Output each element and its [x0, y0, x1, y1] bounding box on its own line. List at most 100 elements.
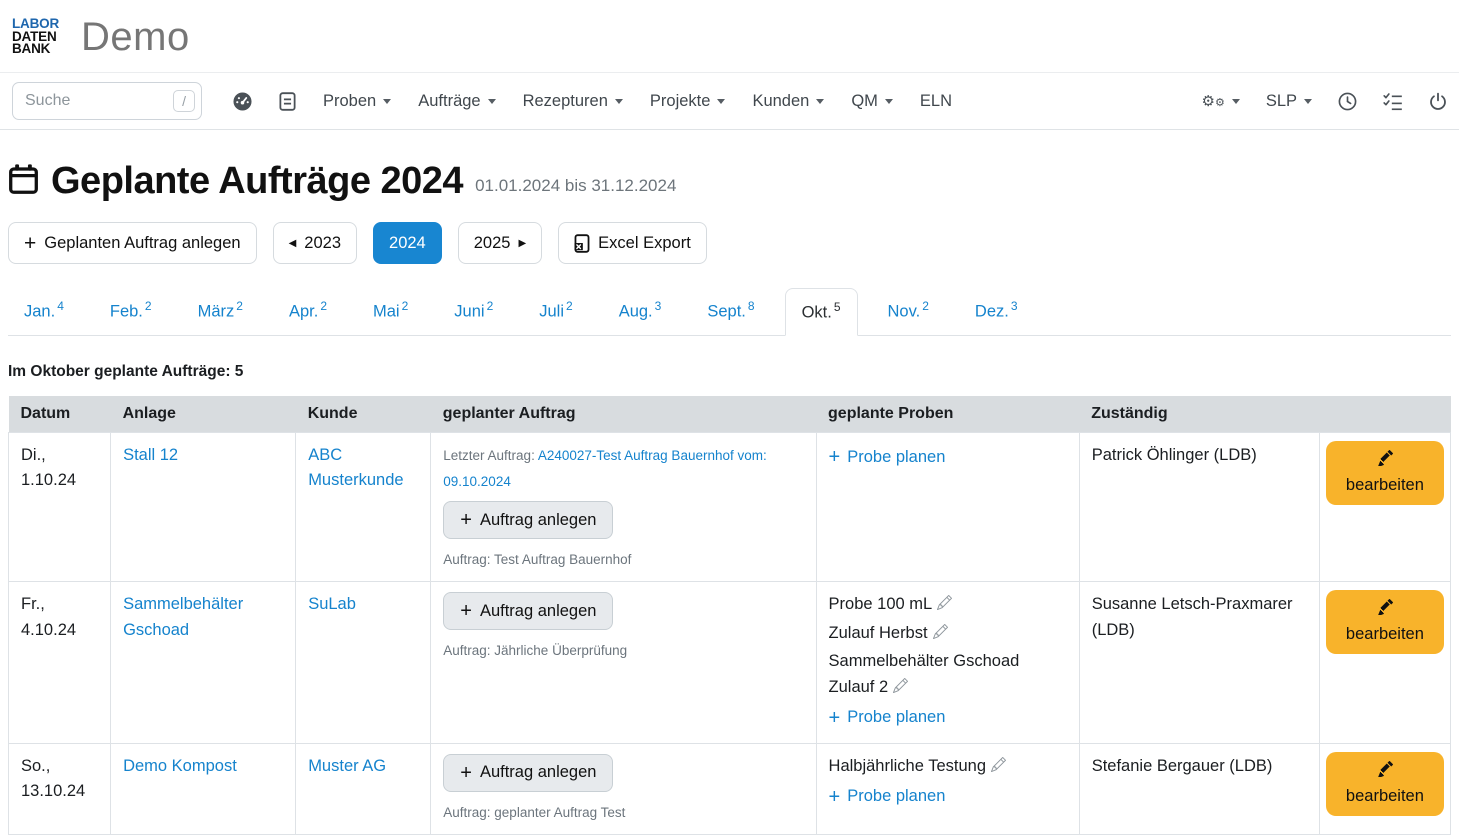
- edit-pencil-icon[interactable]: [991, 758, 1006, 776]
- edit-button[interactable]: bearbeiten: [1326, 441, 1444, 505]
- month-summary: Im Oktober geplante Aufträge: 5: [8, 363, 1451, 381]
- year-prev-button[interactable]: ◀ 2023: [273, 222, 357, 264]
- chevron-down-icon: [615, 99, 623, 104]
- excel-export-button[interactable]: Excel Export: [558, 222, 707, 264]
- chevron-down-icon: [816, 99, 824, 104]
- main-content: Geplante Aufträge 2024 01.01.2024 bis 31…: [0, 160, 1459, 835]
- main-navbar: / Proben Aufträge Rezepturen Projekte Ku…: [0, 72, 1459, 130]
- tab-nov[interactable]: Nov.2: [872, 288, 945, 335]
- col-datum: Datum: [9, 396, 111, 433]
- document-icon[interactable]: [279, 92, 296, 111]
- pencil-icon: [1377, 761, 1393, 782]
- search-input[interactable]: [25, 92, 145, 110]
- anlage-link[interactable]: Demo Kompost: [123, 757, 237, 775]
- edit-pencil-icon[interactable]: [933, 625, 948, 643]
- nav-menu-proben[interactable]: Proben: [323, 92, 391, 111]
- tab-mai[interactable]: Mai2: [357, 288, 424, 335]
- nav-menu-auftraege[interactable]: Aufträge: [418, 92, 495, 111]
- logo-line: BANK: [12, 43, 59, 56]
- planned-probe-item: Halbjährliche Testung: [829, 754, 1067, 780]
- cell-date: Fr., 4.10.24: [9, 582, 111, 744]
- year-next-button[interactable]: 2025 ▶: [458, 222, 542, 264]
- tab-aug[interactable]: Aug.3: [603, 288, 678, 335]
- tab-juni[interactable]: Juni2: [438, 288, 509, 335]
- create-order-button[interactable]: + Auftrag anlegen: [443, 754, 613, 792]
- table-header-row: Datum Anlage Kunde geplanter Auftrag gep…: [9, 396, 1451, 433]
- anlage-link[interactable]: Sammelbehälter Gschoad: [123, 595, 243, 639]
- date-range: 01.01.2024 bis 31.12.2024: [475, 176, 676, 203]
- top-header: LABOR DATEN BANK Demo: [0, 0, 1459, 72]
- plan-probe-link[interactable]: + Probe planen: [829, 705, 946, 731]
- edit-pencil-icon[interactable]: [937, 596, 952, 614]
- tab-apr[interactable]: Apr.2: [273, 288, 343, 335]
- history-clock-icon[interactable]: [1338, 92, 1357, 111]
- order-note: Auftrag: geplanter Auftrag Test: [443, 803, 803, 824]
- cell-zustaendig: Stefanie Bergauer (LDB): [1079, 743, 1319, 834]
- month-tabs: Jan.4 Feb.2 März2 Apr.2 Mai2 Juni2 Juli2…: [8, 288, 1451, 336]
- logout-power-icon[interactable]: [1429, 92, 1447, 111]
- chevron-left-icon: ◀: [289, 238, 297, 249]
- create-order-button[interactable]: + Auftrag anlegen: [443, 501, 613, 539]
- plus-icon: +: [829, 708, 841, 728]
- tab-dez[interactable]: Dez.3: [959, 288, 1034, 335]
- tab-jan[interactable]: Jan.4: [8, 288, 80, 335]
- nav-menu-rezepturen[interactable]: Rezepturen: [523, 92, 623, 111]
- planned-probe-item: Zulauf Herbst: [829, 621, 1067, 647]
- tab-juli[interactable]: Juli2: [523, 288, 588, 335]
- cell-date: So., 13.10.24: [9, 743, 111, 834]
- plan-probe-link[interactable]: + Probe planen: [829, 784, 946, 810]
- tasks-checklist-icon[interactable]: [1383, 92, 1403, 111]
- user-menu-slp[interactable]: SLP: [1266, 92, 1312, 111]
- slash-shortcut-badge: /: [173, 90, 195, 112]
- dashboard-icon[interactable]: [233, 92, 252, 111]
- plus-icon: +: [829, 787, 841, 807]
- cell-zustaendig: Patrick Öhlinger (LDB): [1079, 432, 1319, 582]
- tab-sept[interactable]: Sept.8: [691, 288, 770, 335]
- last-order-label: Letzter Auftrag:: [443, 448, 535, 463]
- table-row: Fr., 4.10.24 Sammelbehälter Gschoad SuLa…: [9, 582, 1451, 744]
- plus-icon: +: [829, 447, 841, 467]
- nav-menu-projekte[interactable]: Projekte: [650, 92, 726, 111]
- year-active-button[interactable]: 2024: [373, 222, 442, 264]
- order-note: Auftrag: Test Auftrag Bauernhof: [443, 550, 803, 571]
- gears-icon: ⚙⚙: [1201, 94, 1224, 109]
- col-kunde: Kunde: [296, 396, 431, 433]
- edit-pencil-icon[interactable]: [893, 679, 908, 697]
- edit-button[interactable]: bearbeiten: [1326, 752, 1444, 816]
- kunde-link[interactable]: SuLab: [308, 595, 356, 613]
- tab-feb[interactable]: Feb.2: [94, 288, 168, 335]
- anlage-link[interactable]: Stall 12: [123, 446, 178, 464]
- labordatenbank-logo[interactable]: LABOR DATEN BANK: [12, 18, 59, 57]
- plan-probe-link[interactable]: + Probe planen: [829, 445, 946, 471]
- chevron-down-icon: [885, 99, 893, 104]
- kunde-link[interactable]: Muster AG: [308, 757, 386, 775]
- col-geplanter-auftrag: geplanter Auftrag: [431, 396, 816, 433]
- nav-menu-eln[interactable]: ELN: [920, 92, 952, 111]
- create-planned-order-button[interactable]: + Geplanten Auftrag anlegen: [8, 222, 257, 264]
- planned-probe-item: Sammelbehälter Gschoad Zulauf 2: [829, 649, 1067, 700]
- cell-date: Di., 1.10.24: [9, 432, 111, 582]
- chevron-down-icon: [488, 99, 496, 104]
- edit-button[interactable]: bearbeiten: [1326, 590, 1444, 654]
- nav-menu-qm[interactable]: QM: [851, 92, 893, 111]
- nav-menu-kunden[interactable]: Kunden: [752, 92, 824, 111]
- col-geplante-proben: geplante Proben: [816, 396, 1079, 433]
- chevron-down-icon: [1304, 99, 1312, 104]
- search-box[interactable]: /: [12, 82, 202, 120]
- table-row: So., 13.10.24 Demo Kompost Muster AG + A…: [9, 743, 1451, 834]
- col-anlage: Anlage: [111, 396, 296, 433]
- kunde-link[interactable]: ABC Musterkunde: [308, 446, 403, 490]
- order-note: Auftrag: Jährliche Überprüfung: [443, 641, 803, 662]
- table-row: Di., 1.10.24 Stall 12 ABC Musterkunde Le…: [9, 432, 1451, 582]
- settings-menu[interactable]: ⚙⚙: [1201, 94, 1239, 109]
- calendar-icon: [8, 164, 39, 200]
- planned-orders-table: Datum Anlage Kunde geplanter Auftrag gep…: [8, 396, 1451, 835]
- plus-icon: +: [460, 763, 472, 783]
- chevron-down-icon: [383, 99, 391, 104]
- chevron-down-icon: [717, 99, 725, 104]
- tab-maerz[interactable]: März2: [182, 288, 259, 335]
- tab-okt-active[interactable]: Okt.5: [785, 288, 858, 336]
- col-zustaendig: Zuständig: [1079, 396, 1319, 433]
- create-order-button[interactable]: + Auftrag anlegen: [443, 592, 613, 630]
- app-title: Demo: [81, 15, 190, 60]
